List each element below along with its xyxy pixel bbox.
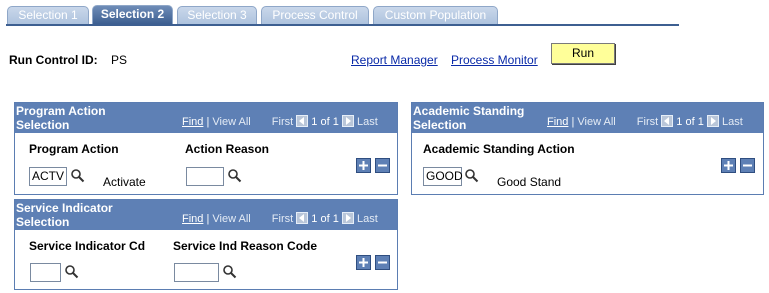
search-icon[interactable] [464,168,479,183]
tab-label: Selection 1 [18,8,78,22]
service-indicator-grid: Service Indicator Selection Find | View … [14,199,398,290]
grid-navigation: Find | View All First 1 of 1 Last [182,212,378,225]
last-label: Last [356,116,378,128]
view-all-link[interactable]: View All [577,116,615,128]
search-icon[interactable] [227,168,242,183]
tab-underline [6,24,679,26]
program-action-input[interactable]: ACTV [29,167,67,186]
process-monitor-link[interactable]: Process Monitor [451,53,538,67]
tab-selection-1[interactable]: Selection 1 [7,6,89,24]
tab-custom-population[interactable]: Custom Population [373,6,498,24]
tab-label: Selection 3 [187,8,247,22]
add-row-button[interactable] [721,158,736,173]
tab-selection-3[interactable]: Selection 3 [177,6,257,24]
view-all-link[interactable]: View All [212,213,250,225]
service-ind-reason-input[interactable] [174,263,219,282]
find-link[interactable]: Find [182,116,203,128]
col-service-indicator-cd: Service Indicator Cd [29,239,146,253]
delete-row-button[interactable] [740,158,755,173]
report-manager-link[interactable]: Report Manager [351,53,438,67]
next-arrow-icon[interactable] [341,212,354,225]
tab-label: Process Control [272,8,358,22]
first-label: First [271,116,294,128]
tab-label: Selection 2 [100,7,165,21]
row-range: 1 of 1 [311,213,339,225]
previous-arrow-icon[interactable] [661,115,674,128]
grid-navigation: Find | View All First 1 of 1 Last [182,115,378,128]
grid-title: Service Indicator Selection [16,201,113,229]
grid-header: Academic Standing Selection Find | View … [412,103,763,133]
tab-process-control[interactable]: Process Control [261,6,369,24]
service-indicator-cd-input[interactable] [30,263,61,282]
previous-arrow-icon[interactable] [296,212,309,225]
col-service-ind-reason-code: Service Ind Reason Code [173,239,318,253]
col-academic-standing-action: Academic Standing Action [423,142,575,156]
grid-navigation: Find | View All First 1 of 1 Last [547,115,743,128]
nav-separator: | [206,213,210,225]
tab-selection-2[interactable]: Selection 2 [92,5,173,24]
last-label: Last [356,213,378,225]
academic-standing-input[interactable]: GOOD [423,167,463,186]
find-link[interactable]: Find [547,116,568,128]
grid-header: Service Indicator Selection Find | View … [15,200,397,230]
row-range: 1 of 1 [676,116,704,128]
run-control-value: PS [111,53,128,67]
col-action-reason: Action Reason [185,142,270,156]
next-arrow-icon[interactable] [706,115,719,128]
last-label: Last [721,116,743,128]
next-arrow-icon[interactable] [341,115,354,128]
add-row-button[interactable] [356,255,371,270]
search-icon[interactable] [70,168,85,183]
grid-title: Program Action Selection [16,104,106,132]
col-program-action: Program Action [29,142,119,156]
grid-title: Academic Standing Selection [413,104,525,132]
academic-standing-grid: Academic Standing Selection Find | View … [411,102,764,195]
row-range: 1 of 1 [311,116,339,128]
delete-row-button[interactable] [375,255,390,270]
search-icon[interactable] [222,264,237,279]
first-label: First [271,213,294,225]
search-icon[interactable] [64,264,79,279]
add-row-button[interactable] [356,158,371,173]
first-label: First [636,116,659,128]
grid-header: Program Action Selection Find | View All… [15,103,397,133]
run-button[interactable]: Run [551,43,615,64]
action-reason-input[interactable] [186,167,224,186]
program-action-grid: Program Action Selection Find | View All… [14,102,398,195]
previous-arrow-icon[interactable] [296,115,309,128]
nav-separator: | [571,116,575,128]
run-control-label: Run Control ID: [9,53,98,67]
delete-row-button[interactable] [375,158,390,173]
program-action-description: Activate [103,175,146,189]
find-link[interactable]: Find [182,213,203,225]
nav-separator: | [206,116,210,128]
view-all-link[interactable]: View All [212,116,250,128]
academic-standing-description: Good Stand [497,175,562,189]
tab-label: Custom Population [384,8,487,22]
